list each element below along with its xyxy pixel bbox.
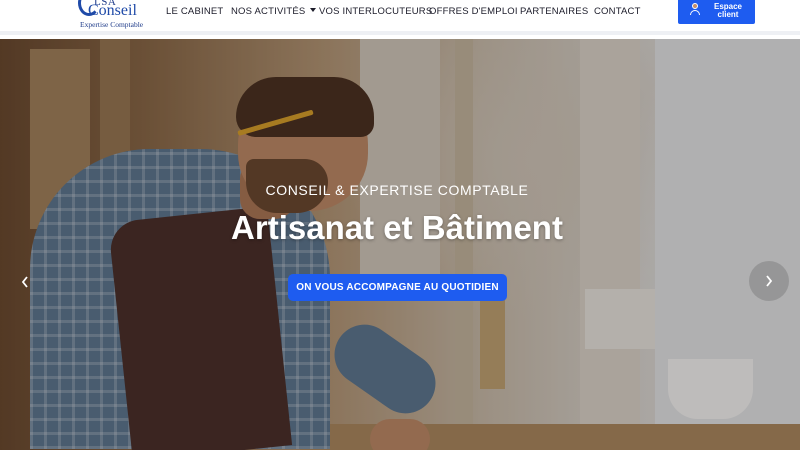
logo-text-main: Conseil xyxy=(88,2,137,19)
chevron-right-icon xyxy=(766,275,773,287)
chevron-down-icon xyxy=(310,8,317,13)
logo[interactable]: LSA Conseil Expertise Comptable xyxy=(78,0,158,34)
slider-next-button[interactable] xyxy=(749,261,789,301)
nav-item-nos-activites[interactable]: NOS ACTIVITÉS xyxy=(231,6,317,17)
nav-item-le-cabinet[interactable]: LE CABINET xyxy=(166,6,223,17)
nav-item-partenaires[interactable]: PARTENAIRES xyxy=(520,6,588,17)
nav-item-contact[interactable]: CONTACT xyxy=(594,6,641,17)
cta-button[interactable]: ON VOUS ACCOMPAGNE AU QUOTIDIEN xyxy=(288,274,507,301)
nav-item-vos-interlocuteurs[interactable]: VOS INTERLOCUTEURS xyxy=(319,6,432,17)
user-icon xyxy=(690,3,700,15)
logo-text-sub: Expertise Comptable xyxy=(80,20,144,29)
espace-client-label: Espace client xyxy=(708,3,748,19)
hero-content: CONSEIL & EXPERTISE COMPTABLE Artisanat … xyxy=(0,39,800,450)
chevron-left-icon xyxy=(21,276,28,288)
nav-item-offres-emploi[interactable]: OFFRES D'EMPLOI xyxy=(429,6,518,17)
hero-eyebrow: CONSEIL & EXPERTISE COMPTABLE xyxy=(265,182,529,198)
nav-item-label: NOS ACTIVITÉS xyxy=(231,6,306,17)
espace-client-line2: client xyxy=(717,10,739,19)
espace-client-button[interactable]: Espace client xyxy=(678,0,755,24)
hero-title: Artisanat et Bâtiment xyxy=(231,209,563,246)
slider-prev-button[interactable] xyxy=(12,263,38,301)
hero-slider: CONSEIL & EXPERTISE COMPTABLE Artisanat … xyxy=(0,39,800,450)
site-header: LSA Conseil Expertise Comptable LE CABIN… xyxy=(0,0,800,35)
